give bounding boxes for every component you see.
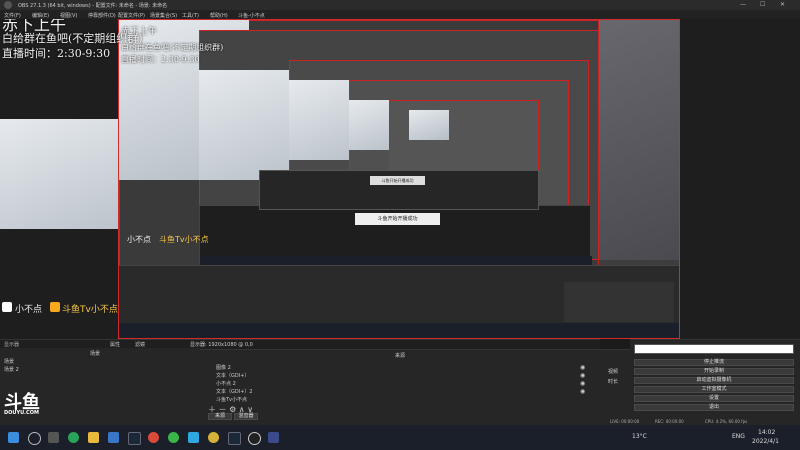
taskbar: 13°C ENG 14:02 2022/4/1	[0, 425, 800, 450]
qq-icon	[2, 302, 12, 312]
inner-qq: 小不点	[127, 235, 151, 244]
clock-date[interactable]: 2022/4/1	[752, 438, 779, 445]
webcam-nest-5	[409, 110, 449, 140]
menu-help[interactable]: 帮助(H)	[210, 12, 228, 19]
menu-view[interactable]: 视图(V)	[60, 12, 77, 19]
sources-tab[interactable]: 来源	[208, 413, 232, 420]
sources-dock: 来源 图像 2 文本（GDI+） 小不点 2 文本（GDI+）2 斗鱼Tv小不点…	[200, 349, 600, 426]
overlay-line1: 白给群在鱼吧(不定期组织群)	[2, 32, 143, 45]
clock-time[interactable]: 14:02	[758, 429, 775, 436]
scenes-header: 场景	[90, 351, 101, 357]
inner-douyu: 斗鱼Tv小不点	[159, 235, 209, 244]
display-select[interactable]: 显示器: 1920x1080 @ 0,0	[190, 341, 253, 348]
preview-area[interactable]: 斗鱼开始开播成功 斗鱼开始开播成功 赤下上午 白给群在鱼吧(不定期组织群) 直播…	[0, 19, 800, 339]
source-item-3[interactable]: 小不点 2	[216, 380, 236, 387]
eye-icons: ◉ ◉ ◉ ◉	[580, 364, 586, 395]
explorer-icon[interactable]	[88, 432, 99, 443]
stop-stream-button[interactable]: 停止推流	[634, 359, 794, 366]
menu-edit[interactable]: 编辑(E)	[32, 12, 49, 19]
sources-header: 来源	[395, 353, 406, 359]
menu-profile[interactable]: 配置文件(P)	[118, 12, 145, 19]
toolbar-strip: 属性 滤镜 显示器: 1920x1080 @ 0,0	[110, 339, 600, 349]
rec-status: REC: 00:00:00	[655, 419, 684, 424]
chrome-icon[interactable]	[148, 432, 159, 443]
inner-line2: 直播时间：2:30-9:30	[121, 55, 200, 64]
nested-obs-window-2: 斗鱼开始开播成功	[259, 170, 539, 210]
mixer-label-duration: 时长	[608, 379, 619, 385]
store-icon[interactable]	[108, 432, 119, 443]
filters-button[interactable]: 滤镜	[135, 341, 145, 348]
language-indicator[interactable]: ENG	[732, 433, 745, 440]
bilibili-icon[interactable]	[188, 432, 199, 443]
source-item-2[interactable]: 文本（GDI+）	[216, 372, 249, 379]
source-item-1[interactable]: 图像 2	[216, 364, 231, 371]
inner-controls	[564, 282, 674, 322]
mixer-label-video: 视频	[608, 369, 619, 375]
title-bar: OBS 27.1.3 (64 bit, windows) - 配置文件: 未命名…	[0, 0, 800, 10]
menu-file[interactable]: 文件(F)	[4, 12, 21, 19]
menu-docks[interactable]: 停靠部件(D)	[88, 12, 116, 19]
studio-mode-button[interactable]: 工作室模式	[634, 386, 794, 393]
menu-douyu[interactable]: 斗鱼-小不点	[238, 12, 265, 19]
task-view-icon[interactable]	[48, 432, 59, 443]
nested-notice-2: 斗鱼开始开播成功	[370, 176, 425, 185]
nested-taskbar-1	[200, 256, 592, 265]
mixer-tab[interactable]: 混音器	[234, 413, 258, 420]
overlay-qq: 小不点	[15, 305, 43, 315]
douyu-icon	[50, 302, 60, 312]
maximize-button[interactable]: ☐	[760, 1, 765, 8]
nested-notice: 斗鱼开始开播成功	[355, 213, 440, 225]
controls-dock: 停止推流 开始录制 启动虚拟摄像机 工作室模式 设置 退出	[630, 339, 800, 426]
chat-icon[interactable]	[268, 432, 279, 443]
scene-toolbar: 显示器	[0, 340, 200, 348]
edge-icon[interactable]	[68, 432, 79, 443]
obs-icon[interactable]	[248, 432, 261, 445]
properties-button[interactable]: 属性	[110, 341, 120, 348]
menu-bar: 文件(F) 编辑(E) 视图(V) 停靠部件(D) 配置文件(P) 场景集合(S…	[0, 10, 800, 19]
close-button[interactable]: ✕	[780, 1, 785, 8]
scene-collection-label: 显示器	[4, 342, 20, 348]
steam-icon[interactable]	[128, 432, 141, 445]
weather[interactable]: 13°C	[632, 433, 647, 440]
app-icon	[4, 1, 12, 9]
preview-canvas[interactable]: 斗鱼开始开播成功 斗鱼开始开播成功 赤下上午 白给群在鱼吧(不定期组织群) 直播…	[118, 19, 680, 339]
settings-button[interactable]: 设置	[634, 395, 794, 402]
overlay-line2: 直播时间：2:30-9:30	[2, 47, 111, 60]
exit-button[interactable]: 退出	[634, 404, 794, 411]
scene-item-1[interactable]: 场景	[4, 358, 14, 365]
source-item-5[interactable]: 斗鱼Tv小不点	[216, 396, 247, 403]
search-icon[interactable]	[28, 432, 41, 445]
start-recording-button[interactable]: 开始录制	[634, 368, 794, 375]
scene-dock: 显示器 场景 场景 场景 2 斗鱼 DOUYU.COM 1644311	[0, 339, 200, 438]
mixer-dock: 视频 时长	[600, 349, 630, 426]
start-icon[interactable]	[8, 432, 19, 443]
menu-scene-collection[interactable]: 场景集合(S)	[150, 12, 177, 19]
live-status: LIVE: 00:00:00	[610, 419, 640, 424]
scene-item-2[interactable]: 场景 2	[4, 366, 19, 373]
minimize-button[interactable]: —	[740, 1, 746, 8]
douyu-logo-sub: DOUYU.COM	[4, 410, 39, 416]
app-icon-gold[interactable]	[208, 432, 219, 443]
steam2-icon[interactable]	[228, 432, 241, 445]
menu-tools[interactable]: 工具(T)	[182, 12, 199, 19]
wechat-icon[interactable]	[168, 432, 179, 443]
inner-taskbar	[119, 323, 679, 338]
virtual-camera-button[interactable]: 启动虚拟摄像机	[634, 377, 794, 384]
source-item-4[interactable]: 文本（GDI+）2	[216, 388, 253, 395]
nested-obs-window-1: 斗鱼开始开播成功	[199, 205, 592, 265]
search-input[interactable]	[634, 344, 794, 354]
overlay-douyu: 斗鱼Tv小不点	[62, 305, 118, 315]
cpu-status: CPU: 4.2%, 60.00 fps	[705, 419, 748, 424]
window-title: OBS 27.1.3 (64 bit, windows) - 配置文件: 未命名…	[18, 3, 168, 9]
